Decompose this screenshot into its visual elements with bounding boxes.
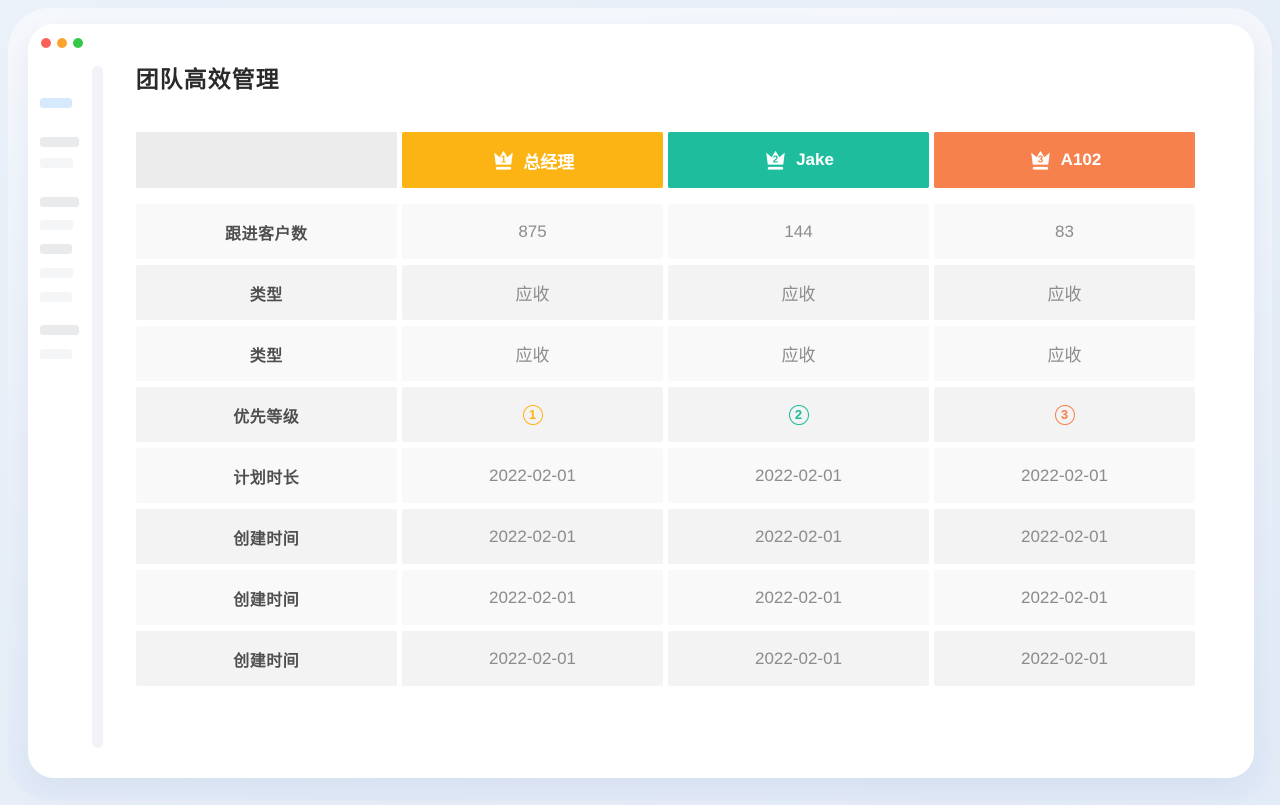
table-cell: 应收 [668,326,929,381]
column-header-label: 总经理 [524,148,575,173]
sidebar-item-placeholder [40,137,79,147]
table-cell: 3 [934,387,1195,442]
sidebar-item-placeholder [40,268,73,278]
priority-badge: 3 [1055,405,1075,425]
traffic-lights [41,38,83,48]
sidebar-item-placeholder [40,349,72,359]
table-cell: 2022-02-01 [934,570,1195,625]
sidebar-item-placeholder [40,325,79,335]
table-cell: 875 [402,204,663,259]
svg-text:3: 3 [1037,154,1043,165]
sidebar-item-placeholder [40,292,72,302]
maximize-button[interactable] [73,38,83,48]
table-cell: 2022-02-01 [402,509,663,564]
row-label: 跟进客户数 [136,204,397,259]
table-cell: 2022-02-01 [934,631,1195,686]
priority-badge: 2 [789,405,809,425]
sidebar-item-placeholder [40,197,79,207]
table-cell: 应收 [402,265,663,320]
svg-text:2: 2 [773,154,779,165]
column-header-rank-3: 3 A102 [934,132,1195,188]
table-cell: 2022-02-01 [934,448,1195,503]
row-label: 计划时长 [136,448,397,503]
table-cell: 2022-02-01 [402,570,663,625]
sidebar-item-active-placeholder [40,98,72,108]
row-label: 创建时间 [136,509,397,564]
table-cell: 83 [934,204,1195,259]
sidebar-item-placeholder [40,220,73,230]
column-header-label: A102 [1061,150,1102,170]
crown-icon: 1 [491,148,516,173]
table-cell: 1 [402,387,663,442]
table-corner-cell [136,132,397,188]
table-cell: 2022-02-01 [668,570,929,625]
row-label: 类型 [136,326,397,381]
table-body: 跟进客户数87514483类型应收应收应收类型应收应收应收优先等级123计划时长… [136,204,1195,686]
table-cell: 应收 [934,265,1195,320]
table-cell: 144 [668,204,929,259]
row-label: 创建时间 [136,631,397,686]
close-button[interactable] [41,38,51,48]
table-header-row: 1 总经理 2 Jake 3 A102 [136,132,1195,188]
crown-icon: 3 [1028,148,1053,173]
app-window: 团队高效管理 1总经理2Jake3A102 跟进客户数87514483类型应收应… [28,24,1254,778]
minimize-button[interactable] [57,38,67,48]
table-cell: 应收 [934,326,1195,381]
crown-icon: 2 [763,148,788,173]
table-cell: 应收 [402,326,663,381]
table-cell: 2022-02-01 [402,631,663,686]
row-label: 创建时间 [136,570,397,625]
table-cell: 应收 [668,265,929,320]
column-header-rank-2: 2 Jake [668,132,929,188]
priority-badge: 1 [523,405,543,425]
column-header-rank-1: 1 总经理 [402,132,663,188]
table-cell: 2022-02-01 [934,509,1195,564]
table-cell: 2022-02-01 [402,448,663,503]
row-label: 优先等级 [136,387,397,442]
svg-text:1: 1 [500,154,506,165]
row-label: 类型 [136,265,397,320]
table-cell: 2022-02-01 [668,631,929,686]
sidebar-item-placeholder [40,158,73,168]
table-cell: 2022-02-01 [668,509,929,564]
page-title: 团队高效管理 [136,60,280,94]
sidebar-divider [92,66,103,748]
table-cell: 2 [668,387,929,442]
column-header-label: Jake [796,150,834,170]
sidebar-item-placeholder [40,244,72,254]
team-table: 1总经理2Jake3A102 跟进客户数87514483类型应收应收应收类型应收… [136,132,1195,686]
table-cell: 2022-02-01 [668,448,929,503]
